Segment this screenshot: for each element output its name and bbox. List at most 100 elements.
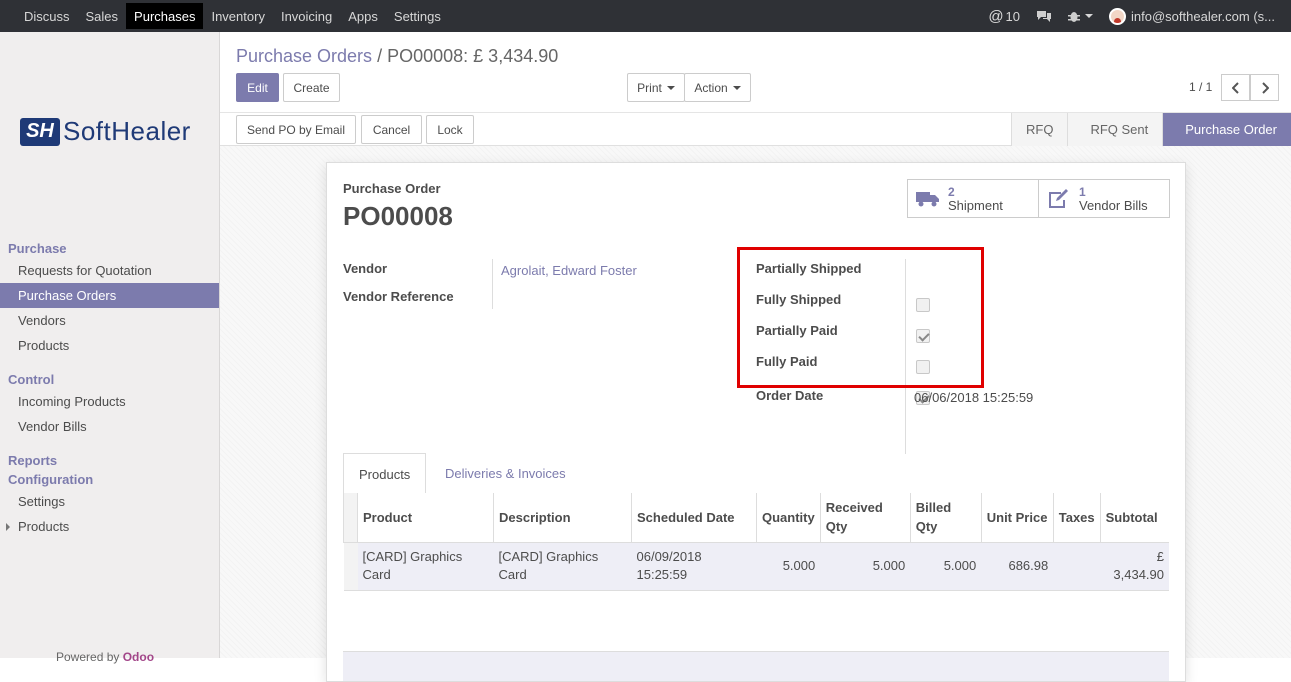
cell-subtotal[interactable]: £ 3,434.90 [1100,542,1169,591]
column-header-scheduled-date[interactable]: Scheduled Date [631,493,757,543]
form-statusbar: Send PO by Email Cancel Lock RFQ RFQ Sen… [220,112,1291,146]
logo-mark: SH [20,117,60,146]
expand-arrow-icon [6,523,10,531]
powered-by: Powered by Odoo [56,650,154,664]
print-dropdown[interactable]: Print [627,73,685,102]
lock-button[interactable]: Lock [426,115,474,144]
action-dropdown[interactable]: Action [684,73,751,102]
user-name: info@softhealer.com (s... [1131,8,1275,24]
order-lines-table: Product Description Scheduled Date Quant… [343,493,1169,591]
cell-quantity[interactable]: 5.000 [756,542,821,591]
cell-unit-price[interactable]: 686.98 [981,542,1054,591]
shipment-label: Shipment [948,197,1003,213]
send-po-by-email-button[interactable]: Send PO by Email [236,115,356,144]
menu-inventory[interactable]: Inventory [203,0,272,32]
shipment-smart-button[interactable]: 2 Shipment [907,179,1039,218]
menu-sales[interactable]: Sales [78,0,127,32]
chevron-right-icon [1261,81,1269,94]
sidebar-section-reports[interactable]: Reports [0,451,219,470]
chevron-left-icon [1231,81,1239,94]
cell-product[interactable]: [CARD] Graphics Card [357,542,494,591]
sidebar-item-purchase-orders[interactable]: Purchase Orders [0,283,219,308]
pager-previous-button[interactable] [1221,74,1250,101]
edit-button[interactable]: Edit [236,73,279,102]
powered-by-brand[interactable]: Odoo [123,650,154,664]
mentions-indicator[interactable]: @ 10 [980,0,1028,32]
top-navbar: Discuss Sales Purchases Inventory Invoic… [0,0,1291,32]
column-header-billed-qty[interactable]: Billed Qty [909,493,982,543]
logo-text: SoftHealer [63,116,191,146]
main-content: Purchase Orders / PO00008: £ 3,434.90 Ed… [220,32,1291,682]
table-row[interactable]: [CARD] Graphics Card [CARD] Graphics Car… [343,542,1169,591]
edit-document-icon [1049,188,1068,208]
sidebar-item-config-products[interactable]: Products [0,514,219,539]
at-icon: @ [988,7,1004,25]
sidebar-section-purchase[interactable]: Purchase [0,239,219,258]
tab-deliveries-invoices[interactable]: Deliveries & Invoices [430,453,581,494]
column-header-taxes[interactable]: Taxes [1052,493,1101,543]
status-rfq[interactable]: RFQ [1010,113,1068,146]
cancel-button[interactable]: Cancel [361,115,422,144]
bug-icon [1068,11,1081,22]
status-rfq-sent[interactable]: RFQ Sent [1067,113,1163,146]
field-separator [492,259,493,309]
vendor-link[interactable]: Agrolait, Edward Foster [501,263,637,278]
sidebar-item-label: Products [18,519,70,534]
breadcrumb: Purchase Orders / PO00008: £ 3,434.90 [236,46,558,67]
cell-billed-qty[interactable]: 5.000 [910,542,982,591]
user-menu[interactable]: info@softhealer.com (s... [1101,0,1283,32]
menu-apps[interactable]: Apps [340,0,386,32]
pager-value[interactable]: 1 / 1 [1189,80,1212,94]
column-header-description[interactable]: Description [493,493,632,543]
menu-discuss[interactable]: Discuss [16,0,78,32]
sidebar-section-configuration[interactable]: Configuration [0,470,219,489]
menu-purchases[interactable]: Purchases [126,3,204,29]
menu-settings[interactable]: Settings [386,0,449,32]
chevron-down-icon [1085,14,1094,18]
document-type: Purchase Order [343,181,441,196]
sidebar-item-incoming-products[interactable]: Incoming Products [0,389,219,414]
breadcrumb-current: PO00008: £ 3,434.90 [387,46,559,66]
sidebar-item-products[interactable]: Products [0,333,219,358]
sidebar-item-settings[interactable]: Settings [0,489,219,514]
vendor-bills-smart-button[interactable]: 1 Vendor Bills [1038,179,1170,218]
vendor-bills-label: Vendor Bills [1079,197,1148,213]
action-label: Action [694,80,728,95]
vendor-label: Vendor [343,261,388,276]
app-menu: Discuss Sales Purchases Inventory Invoic… [0,0,449,32]
create-button[interactable]: Create [283,73,340,102]
avatar [1109,7,1127,25]
sidebar-item-requests-for-quotation[interactable]: Requests for Quotation [0,258,219,283]
column-header-subtotal[interactable]: Subtotal [1099,493,1169,543]
document-number: PO00008 [343,201,453,231]
sidebar-section-control[interactable]: Control [0,370,219,389]
tab-products[interactable]: Products [343,453,427,495]
table-header-row: Product Description Scheduled Date Quant… [343,493,1169,543]
chevron-down-icon [732,85,741,90]
highlight-box [737,247,984,388]
messages-button[interactable] [1028,0,1060,32]
sidebar-item-vendors[interactable]: Vendors [0,308,219,333]
order-date-label: Order Date [756,388,824,403]
cell-description[interactable]: [CARD] Graphics Card [493,542,632,591]
breadcrumb-separator: / [377,46,383,66]
column-header-quantity[interactable]: Quantity [756,493,821,543]
notebook-tabs: Products Deliveries & Invoices [343,453,1169,495]
cell-received-qty[interactable]: 5.000 [820,542,911,591]
company-logo: SH SoftHealer [20,116,191,147]
menu-invoicing[interactable]: Invoicing [273,0,340,32]
sidebar-item-vendor-bills[interactable]: Vendor Bills [0,414,219,439]
chat-icon [1037,10,1052,22]
column-header-unit-price[interactable]: Unit Price [980,493,1054,543]
column-header-received-qty[interactable]: Received Qty [819,493,911,543]
pager-next-button[interactable] [1250,74,1279,101]
order-date-value: 06/06/2018 15:25:59 [914,390,1034,405]
column-header-product[interactable]: Product [357,493,494,543]
table-footer-row [343,651,1169,681]
debug-menu[interactable] [1060,0,1101,32]
status-purchase-order[interactable]: Purchase Order [1162,113,1291,146]
cell-scheduled-date[interactable]: 06/09/2018 15:25:59 [631,542,757,591]
sidebar: SH SoftHealer Purchase Requests for Quot… [0,32,220,664]
cell-taxes[interactable] [1053,542,1101,591]
breadcrumb-parent[interactable]: Purchase Orders [236,46,372,66]
